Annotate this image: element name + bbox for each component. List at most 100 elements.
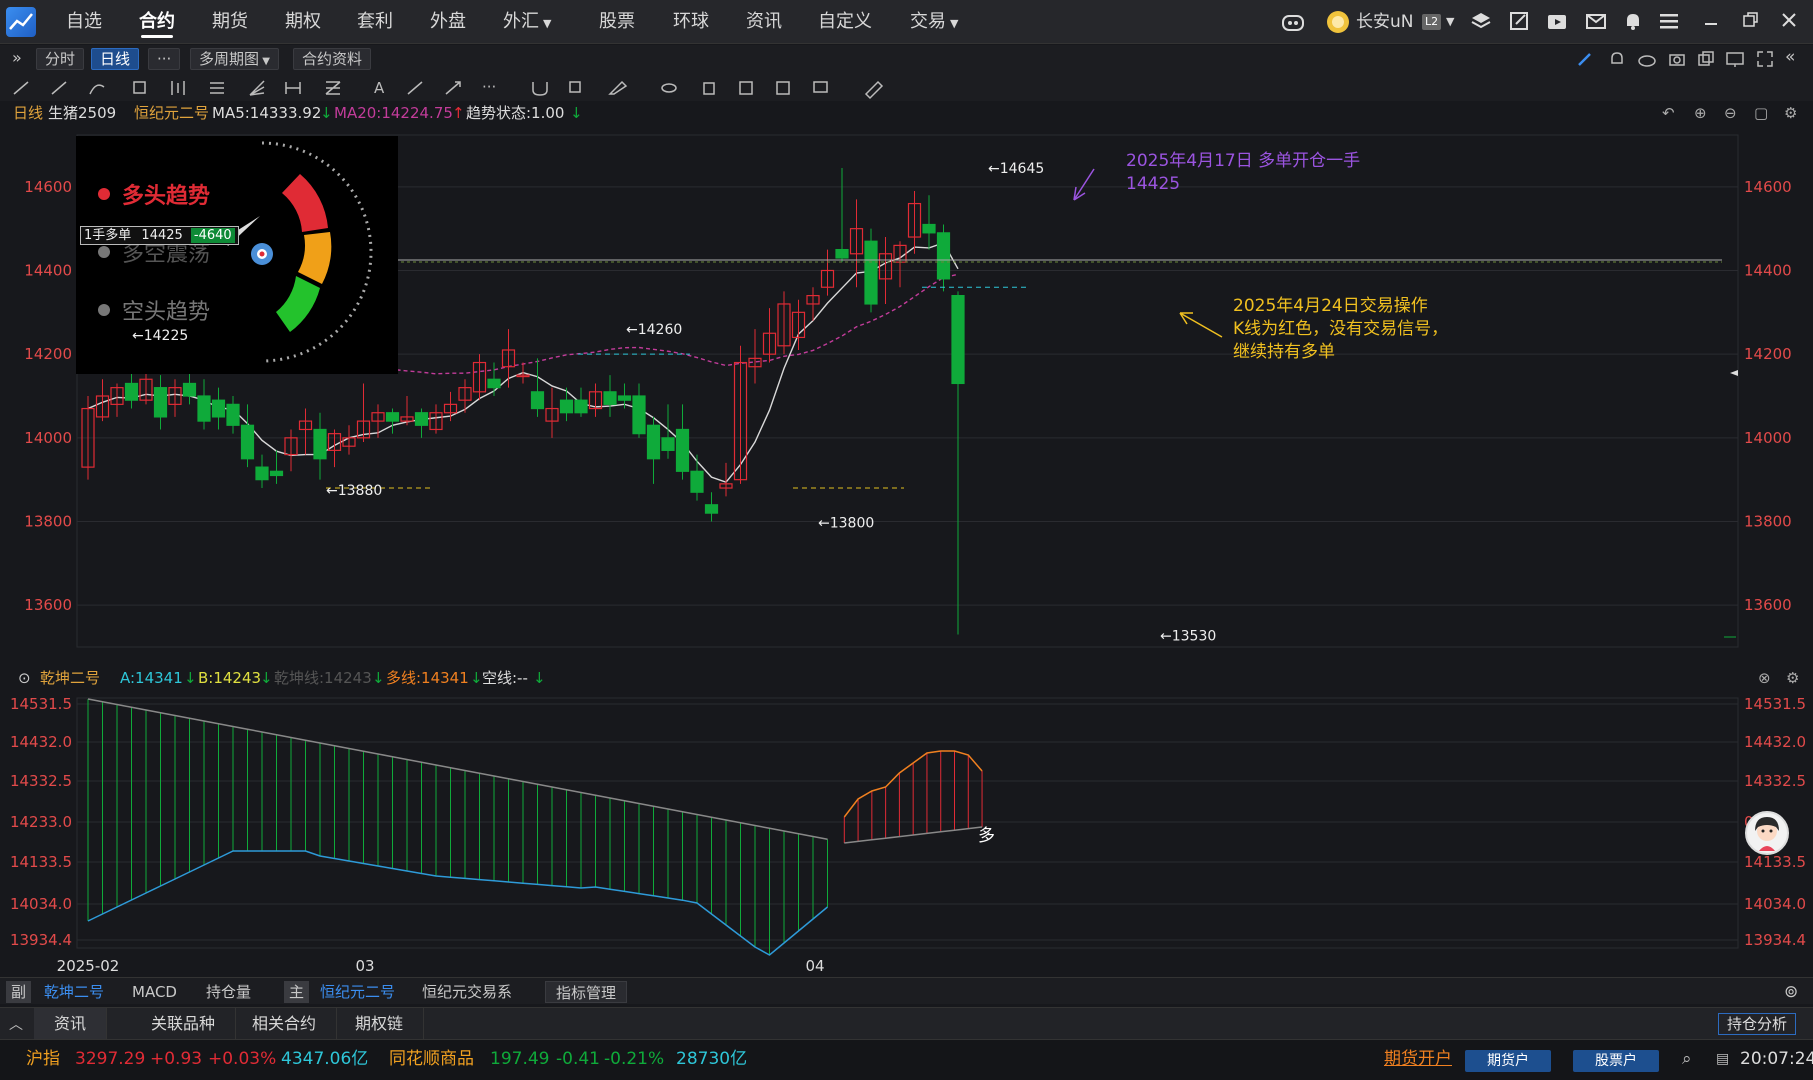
close-icon[interactable] <box>1780 10 1798 36</box>
menu-item-3[interactable]: 期权 <box>285 0 321 44</box>
gauge-red-segment <box>282 174 328 232</box>
layers-icon[interactable] <box>1470 10 1492 38</box>
fullscreen-icon[interactable] <box>1755 49 1775 73</box>
expand-sidebar-icon[interactable]: » <box>12 48 22 67</box>
index1-amount: 4347.06亿 <box>281 1049 369 1069</box>
main-indicator-tab-0[interactable]: 恒纪元二号 <box>312 981 403 1003</box>
stock-account-button[interactable]: 股票户 <box>1573 1050 1659 1072</box>
sub-indicator-tab-1[interactable]: MACD <box>124 981 185 1003</box>
menu-item-4[interactable]: 套利 <box>357 0 393 44</box>
indicator-panel-name[interactable]: 乾坤二号 <box>40 665 100 691</box>
qiankun-indicator-chart[interactable]: 14531.5 14531.5 14432.0 14432.0 14332.5 14332… <box>0 691 1813 991</box>
search-icon[interactable]: ⌕ <box>1682 1040 1692 1078</box>
mail-icon[interactable] <box>1585 10 1607 38</box>
price-label-13530: ←13530 <box>1160 628 1216 644</box>
grid-icon <box>739 81 753 95</box>
position-analysis-button[interactable]: 持仓分析 <box>1718 1013 1797 1035</box>
period-toolbar: » 分时 日线 ··· 多周期图 ▼ 合约资料 « <box>0 45 1813 73</box>
share-icon[interactable] <box>1508 10 1530 38</box>
menu-item-0[interactable]: 自选 <box>66 0 102 44</box>
alert-icon[interactable] <box>1607 49 1627 73</box>
position-box[interactable]: 1手多单 14425 -4640 <box>80 226 239 245</box>
period-button-1[interactable]: 日线 <box>91 48 140 70</box>
menu-item-10[interactable]: 自定义 <box>818 0 872 44</box>
indicator-name[interactable]: 恒纪元二号 <box>134 101 209 125</box>
cloud-icon[interactable] <box>1637 49 1657 73</box>
undo-icon[interactable]: ↶ <box>1662 101 1675 125</box>
index1-name[interactable]: 沪指 <box>26 1040 60 1078</box>
open-futures-link[interactable]: 期货开户 <box>1384 1040 1452 1078</box>
pen-icon[interactable] <box>1575 49 1595 73</box>
menu-item-8[interactable]: 环球 <box>673 0 709 44</box>
zoom-out-icon[interactable]: ⊖ <box>1724 101 1737 125</box>
main-indicator-tab-1[interactable]: 恒纪元交易系 <box>414 981 520 1003</box>
restore-icon[interactable] <box>1742 10 1760 36</box>
video-icon[interactable] <box>1546 10 1568 38</box>
index2-name[interactable]: 同花顺商品 <box>389 1040 474 1078</box>
indicator-frame <box>76 697 1739 949</box>
sub-indicator-tab-0[interactable]: 乾坤二号 <box>36 981 112 1003</box>
candle-body <box>269 470 284 477</box>
comment-icon <box>813 81 828 93</box>
copy-icon[interactable] <box>1696 49 1716 73</box>
indicator-manage-button[interactable]: 指标管理 <box>545 981 628 1003</box>
info-tab-1[interactable]: 关联品种 <box>131 1008 237 1039</box>
info-tab-2[interactable]: 相关合约 <box>232 1008 338 1039</box>
menu-item-7[interactable]: 股票 <box>599 0 635 44</box>
robot-icon[interactable] <box>1280 10 1306 40</box>
close-indicator-icon[interactable]: ⊗ <box>1758 665 1771 691</box>
menu-item-2[interactable]: 期货 <box>212 0 248 44</box>
list-menu-icon[interactable] <box>1658 10 1680 38</box>
user-dropdown-icon[interactable]: ▼ <box>1446 10 1454 34</box>
collapse-indicator-icon[interactable]: ⊙ <box>18 665 31 691</box>
top-menu-bar: 自选 合约 期货 期权 套利 外盘 外汇 ▼ 股票 环球 资讯 自定义 交易 ▼ 长安uN L2 ▼ <box>0 0 1813 44</box>
period-button-2[interactable]: ··· <box>148 48 181 70</box>
contract-label[interactable]: 生猪2509 <box>48 101 116 125</box>
candle-body <box>922 223 936 234</box>
indicator-tick-right: 14531.5 <box>1744 695 1806 713</box>
sub-indicator-tab-2[interactable]: 持仓量 <box>198 981 259 1003</box>
period-button-4[interactable]: 合约资料 <box>293 48 372 70</box>
y-tick-left: 14400 <box>24 262 72 280</box>
menu-item-5[interactable]: 外盘 <box>430 0 466 44</box>
menu-item-9[interactable]: 资讯 <box>746 0 782 44</box>
indicator-tick-left: 14133.5 <box>10 853 72 871</box>
info-tab-3[interactable]: 期权链 <box>335 1008 425 1039</box>
y-tick-left: 14000 <box>24 429 72 447</box>
avatar[interactable] <box>1326 10 1350 40</box>
period-button-3[interactable]: 多周期图 ▼ <box>190 48 279 70</box>
bell-icon[interactable] <box>1622 10 1644 38</box>
y-tick-left: 13800 <box>24 513 72 531</box>
fan-tool-icon <box>249 80 265 96</box>
info-tab-0[interactable]: 资讯 <box>34 1008 108 1039</box>
price-label-13880: ←13880 <box>326 483 382 499</box>
menu-item-1[interactable]: 合约 <box>139 0 175 44</box>
y-tick-right: 13600 <box>1744 596 1792 614</box>
menu-item-11[interactable]: 交易 ▼ <box>910 0 958 44</box>
monitor-icon[interactable] <box>1725 49 1745 73</box>
settings-icon[interactable]: ⚙ <box>1784 101 1797 125</box>
line-b-value: B:14243 <box>198 669 262 687</box>
zoom-in-icon[interactable]: ⊕ <box>1694 101 1707 125</box>
minimize-icon[interactable] <box>1703 10 1719 36</box>
collapse-panel-icon[interactable]: « <box>1785 47 1795 67</box>
y-tick-left: 14200 <box>24 345 72 363</box>
trend-state: 趋势状态:1.00 <box>466 104 565 122</box>
period-label: 日线 <box>13 104 44 122</box>
user-name[interactable]: 长安uN <box>1356 10 1414 34</box>
collapse-info-icon[interactable]: ︿ <box>9 1014 23 1034</box>
assistant-avatar[interactable] <box>1745 811 1789 855</box>
range-dot-icon <box>98 246 110 258</box>
ruler-icon <box>864 80 884 100</box>
y-tick-right: 13800 <box>1744 513 1792 531</box>
futures-account-button[interactable]: 期货户 <box>1465 1050 1551 1072</box>
period-button-0[interactable]: 分时 <box>36 48 85 70</box>
window-icon[interactable]: ▢ <box>1754 101 1768 125</box>
menu-item-label: 资讯 <box>746 11 782 32</box>
camera-icon[interactable] <box>1667 49 1687 73</box>
indicator-tick-left: 14432.0 <box>10 733 72 751</box>
location-icon[interactable]: ⊚ <box>1784 981 1798 1003</box>
menu-item-label: 股票 <box>599 11 635 32</box>
menu-item-6[interactable]: 外汇 ▼ <box>503 0 551 44</box>
indicator-settings-icon[interactable]: ⚙ <box>1786 665 1799 691</box>
